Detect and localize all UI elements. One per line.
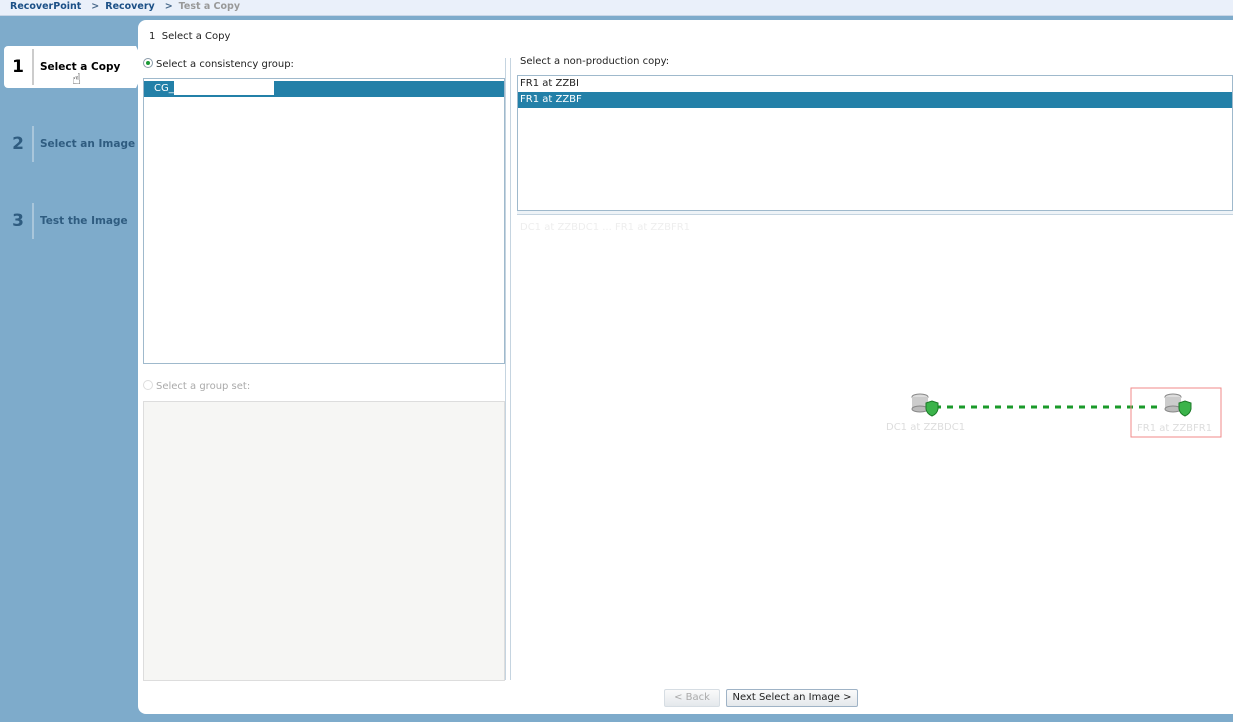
breadcrumb-recoverpoint[interactable]: RecoverPoint [10,1,81,12]
step-select-copy[interactable]: 1 Select a Copy ☝ [4,46,146,88]
node-label-dc1[interactable]: DC1 at ZZBDC1 [886,422,965,433]
node-label-fr1[interactable]: FR1 at ZZBFR1 [1137,423,1212,434]
wizard-steps: 1 Select a Copy ☝ 2 Select an Image 3 Test … [0,17,146,716]
breadcrumb-recovery[interactable]: Recovery [105,1,154,12]
next-button[interactable]: Next Select an Image > [726,689,858,707]
step-label: Test the Image [40,215,128,227]
step-number: 3 [12,211,24,231]
breadcrumb-current: Test a Copy [178,1,241,12]
dc1-storage-icon [911,393,939,417]
breadcrumb-sep: > [164,1,173,12]
step-label: Select an Image [40,138,136,150]
breadcrumb: RecoverPoint > Recovery > Test a Copy [0,0,1233,16]
breadcrumb-sep: > [91,1,100,12]
back-button[interactable]: < Back [664,689,720,707]
step-test-image[interactable]: 3 Test the Image [4,200,136,242]
step-number: 2 [12,134,24,154]
wizard-panel: 1 Select a Copy Select a consistency gro… [138,20,1233,714]
replication-diagram [911,387,1222,438]
step-select-image[interactable]: 2 Select an Image [4,123,136,165]
fr1-storage-icon [1164,393,1192,417]
step-number: 1 [12,57,24,77]
hand-cursor-icon: ☝ [72,70,82,88]
